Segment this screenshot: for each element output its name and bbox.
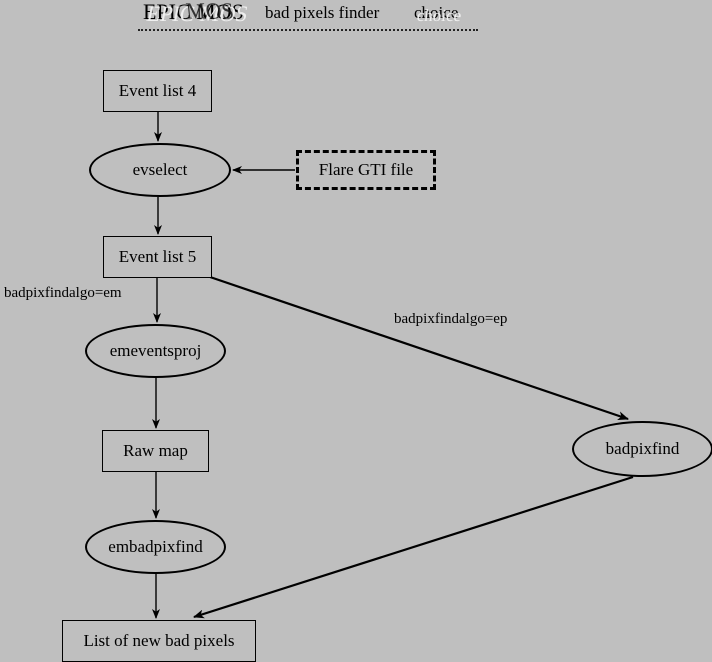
node-list-of-new-bad-pixels[interactable]: List of new bad pixels bbox=[62, 620, 256, 662]
node-event-list-4[interactable]: Event list 4 bbox=[103, 70, 212, 112]
node-event-list-5[interactable]: Event list 5 bbox=[103, 236, 212, 278]
node-emeventsproj-label: emeventsproj bbox=[109, 341, 202, 360]
node-flare-gti-file-label: Flare GTI file bbox=[318, 160, 414, 179]
node-badpixfind-label: badpixfind bbox=[605, 439, 680, 458]
node-embadpixfind[interactable]: embadpixfind bbox=[85, 520, 226, 574]
node-event-list-4-label: Event list 4 bbox=[118, 81, 197, 100]
title-part-bad-pixels-finder: bad pixels finder bbox=[265, 3, 380, 22]
diagram-canvas: EPIC MOS EPIC MOS MOS bad pixels finder … bbox=[0, 0, 712, 662]
title-artifact-overlay-secondary: MOS bbox=[184, 0, 236, 24]
edge-label-badpixfindalgo-ep: badpixfindalgo=ep bbox=[394, 311, 508, 327]
diagram-title: EPIC MOS EPIC MOS MOS bad pixels finder … bbox=[0, 0, 712, 36]
edge-badpixfind-to-list-new-bad-pixels bbox=[193, 475, 634, 619]
node-badpixfind[interactable]: badpixfind bbox=[572, 421, 712, 477]
node-emeventsproj[interactable]: emeventsproj bbox=[85, 324, 226, 378]
node-raw-map-label: Raw map bbox=[123, 441, 188, 460]
node-raw-map[interactable]: Raw map bbox=[102, 430, 209, 472]
node-evselect-label: evselect bbox=[132, 160, 188, 179]
node-evselect[interactable]: evselect bbox=[89, 143, 231, 197]
node-list-of-new-bad-pixels-label: List of new bad pixels bbox=[83, 631, 235, 650]
node-event-list-5-label: Event list 5 bbox=[118, 247, 197, 266]
edge-event-list-5-to-badpixfind bbox=[209, 275, 629, 421]
edge-label-badpixfindalgo-em: badpixfindalgo=em bbox=[4, 285, 122, 301]
node-embadpixfind-label: embadpixfind bbox=[108, 537, 203, 556]
title-underline bbox=[138, 29, 478, 31]
title-artifact-overlay-choice: choice bbox=[415, 6, 463, 25]
node-flare-gti-file[interactable]: Flare GTI file bbox=[296, 150, 436, 190]
